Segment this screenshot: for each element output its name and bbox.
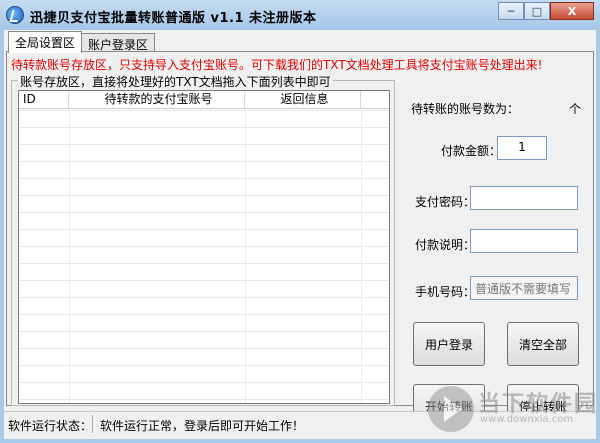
table-body[interactable]: [19, 110, 389, 403]
close-button[interactable]: X: [550, 2, 594, 20]
tab-strip: 全局设置区 账户登录区: [8, 31, 156, 53]
password-label: 支付密码：: [415, 195, 476, 209]
column-divider: [245, 110, 246, 403]
minimize-button[interactable]: ─: [498, 2, 524, 20]
tab-account-login[interactable]: 账户登录区: [81, 33, 156, 53]
status-bar: 软件运行状态： 软件运行正常，登录后即可开始工作！: [4, 411, 596, 435]
amount-input[interactable]: 1: [497, 136, 547, 160]
count-unit: 个: [569, 102, 582, 116]
client-area: 全局设置区 账户登录区 待转款账号存放区，只支持导入支付宝账号。可下载我们的TX…: [4, 30, 596, 439]
group-title: 账号存放区，直接将处理好的TXT文档拖入下面列表中即可: [18, 73, 333, 90]
column-header-empty: [361, 91, 389, 108]
status-divider: [92, 415, 93, 433]
account-storage-group: 账号存放区，直接将处理好的TXT文档拖入下面列表中即可 ID 待转款的支付宝账号…: [11, 73, 395, 406]
clear-all-button[interactable]: 清空全部: [507, 322, 579, 366]
window-title: 迅捷贝支付宝批量转账普通版 v1.1 未注册版本: [30, 11, 317, 26]
window-controls: ─ □ X: [498, 2, 594, 20]
maximize-button[interactable]: □: [524, 2, 550, 20]
column-header-id[interactable]: ID: [19, 91, 69, 108]
column-header-result[interactable]: 返回信息: [245, 91, 361, 108]
title-bar[interactable]: 迅捷贝支付宝批量转账普通版 v1.1 未注册版本 ─ □ X: [0, 0, 600, 30]
note-label: 付款说明：: [415, 238, 476, 252]
amount-label: 付款金额：: [441, 144, 502, 158]
phone-input[interactable]: 普通版不需要填写: [470, 276, 578, 300]
column-header-account[interactable]: 待转款的支付宝账号: [69, 91, 245, 108]
status-message: 软件运行正常，登录后即可开始工作！: [100, 419, 305, 433]
account-list-table[interactable]: ID 待转款的支付宝账号 返回信息: [18, 90, 390, 404]
column-divider: [361, 110, 362, 403]
user-login-button[interactable]: 用户登录: [413, 322, 485, 366]
table-header: ID 待转款的支付宝账号 返回信息: [19, 91, 389, 109]
phone-placeholder: 普通版不需要填写: [475, 282, 572, 296]
app-logo-icon: [6, 6, 24, 24]
tab-global-settings[interactable]: 全局设置区: [8, 31, 83, 53]
tab-panel-global-settings: 待转款账号存放区，只支持导入支付宝账号。可下载我们的TXT文档处理工具将支付宝账…: [6, 51, 594, 428]
column-divider: [69, 110, 70, 403]
status-label: 软件运行状态：: [8, 419, 93, 433]
payment-password-input[interactable]: [470, 186, 578, 210]
warning-text: 待转款账号存放区，只支持导入支付宝账号。可下载我们的TXT文档处理工具将支付宝账…: [11, 58, 543, 72]
phone-label: 手机号码：: [415, 285, 476, 299]
payment-note-input[interactable]: [470, 229, 578, 253]
count-label: 待转账的账号数为：: [411, 102, 520, 116]
app-window: 迅捷贝支付宝批量转账普通版 v1.1 未注册版本 ─ □ X 全局设置区 账户登…: [0, 0, 600, 443]
